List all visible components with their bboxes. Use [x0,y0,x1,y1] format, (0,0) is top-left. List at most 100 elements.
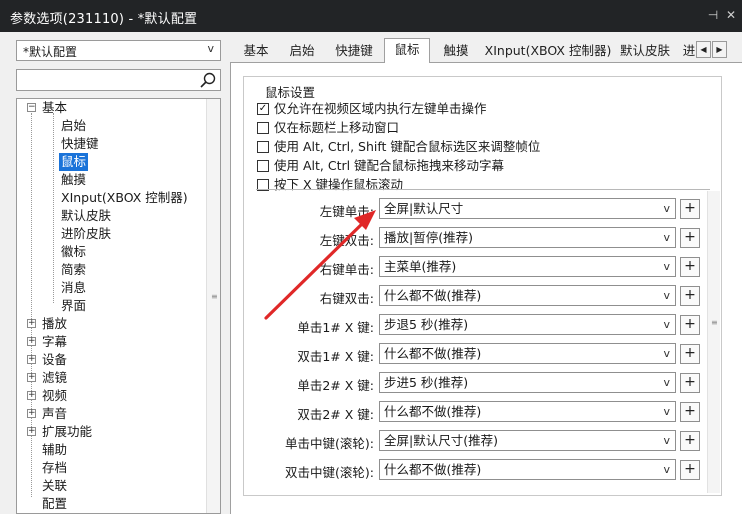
add-button[interactable]: + [680,199,700,219]
tree-item-advanced-skin[interactable]: 进阶皮肤 [61,225,111,243]
checkbox-label: 使用 Alt, Ctrl 键配合鼠标拖拽来移动字幕 [274,158,505,173]
action-dropdown[interactable]: 全屏|默认尺寸(推荐) v [379,430,676,451]
add-button[interactable]: + [680,286,700,306]
tree-item-filters[interactable]: 滤镜 [42,369,67,387]
checkbox-label: 使用 Alt, Ctrl, Shift 键配合鼠标选区来调整帧位 [274,139,541,154]
action-label: 双击中键(滚轮): [285,465,374,480]
action-dropdown[interactable]: 什么都不做(推荐) v [379,285,676,306]
expand-icon[interactable]: + [27,391,36,400]
search-icon[interactable] [198,71,218,89]
add-button[interactable]: + [680,373,700,393]
mouse-settings-panel: 鼠标设置 ✓ 仅允许在视频区域内执行左键单击操作 仅在标题栏上移动窗口 使用 A… [230,62,742,514]
tree-item-index[interactable]: 简索 [61,261,86,279]
action-value: 播放|暂停(推荐) [384,230,473,245]
add-button[interactable]: + [680,344,700,364]
action-row-left-click: 左键单击: 全屏|默认尺寸 v + [244,198,700,220]
expand-icon[interactable]: + [27,373,36,382]
expand-icon[interactable]: + [27,409,36,418]
profile-dropdown-value: *默认配置 [23,45,78,59]
checkbox-checked[interactable]: ✓ [257,103,269,115]
tree-guide [31,113,32,497]
add-button[interactable]: + [680,228,700,248]
action-label: 右键单击: [319,262,374,277]
action-dropdown[interactable]: 什么都不做(推荐) v [379,401,676,422]
tree-item-start[interactable]: 启始 [61,117,86,135]
checkbox[interactable] [257,141,269,153]
tab-scroll-left-icon[interactable]: ◀ [696,41,711,58]
pin-icon[interactable]: ⊣ [706,8,720,22]
checkbox[interactable] [257,122,269,134]
tab-touch[interactable]: 触摸 [434,41,478,61]
add-button[interactable]: + [680,402,700,422]
tree-item-playback[interactable]: 播放 [42,315,67,333]
tree-item-touch[interactable]: 触摸 [61,171,86,189]
action-label: 单击2# X 键: [297,378,374,393]
add-button[interactable]: + [680,431,700,451]
tab-overflow[interactable]: 进 [682,41,696,61]
tab-mouse[interactable]: 鼠标 [384,38,430,63]
action-label: 双击2# X 键: [297,407,374,422]
tree-item-devices[interactable]: 设备 [42,351,67,369]
tree-item-logo[interactable]: 徽标 [61,243,86,261]
expand-icon[interactable]: + [27,337,36,346]
close-icon[interactable]: ✕ [724,8,738,22]
tree-item-shortcuts[interactable]: 快捷键 [61,135,99,153]
add-button[interactable]: + [680,257,700,277]
mouse-settings-group: 鼠标设置 ✓ 仅允许在视频区域内执行左键单击操作 仅在标题栏上移动窗口 使用 A… [243,76,722,496]
tree-item-video[interactable]: 视频 [42,387,67,405]
collapse-icon[interactable]: − [27,103,36,112]
action-dropdown[interactable]: 全屏|默认尺寸 v [379,198,676,219]
tree-item-messages[interactable]: 消息 [61,279,86,297]
tree-item-default-skin[interactable]: 默认皮肤 [61,207,111,225]
action-label: 左键双击: [319,233,374,248]
action-row-right-click: 右键单击: 主菜单(推荐) v + [244,256,700,278]
tab-shortcuts[interactable]: 快捷键 [326,41,382,61]
tree-item-interface[interactable]: 界面 [61,297,86,315]
action-row-x1-click: 单击1# X 键: 步退5 秒(推荐) v + [244,314,700,336]
action-dropdown[interactable]: 什么都不做(推荐) v [379,459,676,480]
tab-scroll-right-icon[interactable]: ▶ [712,41,727,58]
tab-basic[interactable]: 基本 [234,41,278,61]
action-dropdown[interactable]: 什么都不做(推荐) v [379,343,676,364]
add-button[interactable]: + [680,460,700,480]
tree-item-config[interactable]: 配置 [42,495,67,513]
tab-xinput[interactable]: XInput(XBOX 控制器) [484,41,612,61]
chevron-down-icon: v [207,42,214,55]
tree-scrollbar[interactable]: ≡ [206,99,220,513]
window-title: 参数选项(231110) - *默认配置 [10,12,198,27]
tree-item-assist[interactable]: 辅助 [42,441,67,459]
expand-icon[interactable]: + [27,319,36,328]
expand-icon[interactable]: + [27,427,36,436]
tree-guide [53,113,54,303]
chevron-down-icon: v [663,260,670,273]
profile-dropdown[interactable]: *默认配置 v [16,40,221,61]
tree-item-extensions[interactable]: 扩展功能 [42,423,92,441]
tree-item-archive[interactable]: 存档 [42,459,67,477]
action-dropdown[interactable]: 主菜单(推荐) v [379,256,676,277]
action-row-left-double: 左键双击: 播放|暂停(推荐) v + [244,227,700,249]
search-input[interactable] [16,69,221,91]
tree-item-subtitles[interactable]: 字幕 [42,333,67,351]
action-label: 单击中键(滚轮): [285,436,374,451]
actions-scrollbar[interactable]: ≡ [707,191,720,493]
action-dropdown[interactable]: 步退5 秒(推荐) v [379,314,676,335]
chevron-down-icon: v [663,347,670,360]
action-label: 右键双击: [319,291,374,306]
action-dropdown[interactable]: 步进5 秒(推荐) v [379,372,676,393]
action-dropdown[interactable]: 播放|暂停(推荐) v [379,227,676,248]
tab-start[interactable]: 启始 [280,41,324,61]
expand-icon[interactable]: + [27,355,36,364]
checkbox[interactable] [257,160,269,172]
tree-item-basic[interactable]: 基本 [42,99,67,117]
divider [256,189,710,190]
add-button[interactable]: + [680,315,700,335]
category-tree[interactable]: − 基本 启始 快捷键 鼠标 触摸 XInput(XBOX 控制器) 默认皮肤 … [16,98,221,514]
tree-item-audio[interactable]: 声音 [42,405,67,423]
tree-item-association[interactable]: 关联 [42,477,67,495]
tree-item-xinput[interactable]: XInput(XBOX 控制器) [61,189,188,207]
tree-item-mouse[interactable]: 鼠标 [59,153,89,171]
tab-bar: 基本 启始 快捷键 鼠标 触摸 XInput(XBOX 控制器) 默认皮肤 进 … [230,38,742,63]
chevron-down-icon: v [663,202,670,215]
tab-default-skin[interactable]: 默认皮肤 [614,41,676,61]
action-value: 步退5 秒(推荐) [384,317,469,332]
